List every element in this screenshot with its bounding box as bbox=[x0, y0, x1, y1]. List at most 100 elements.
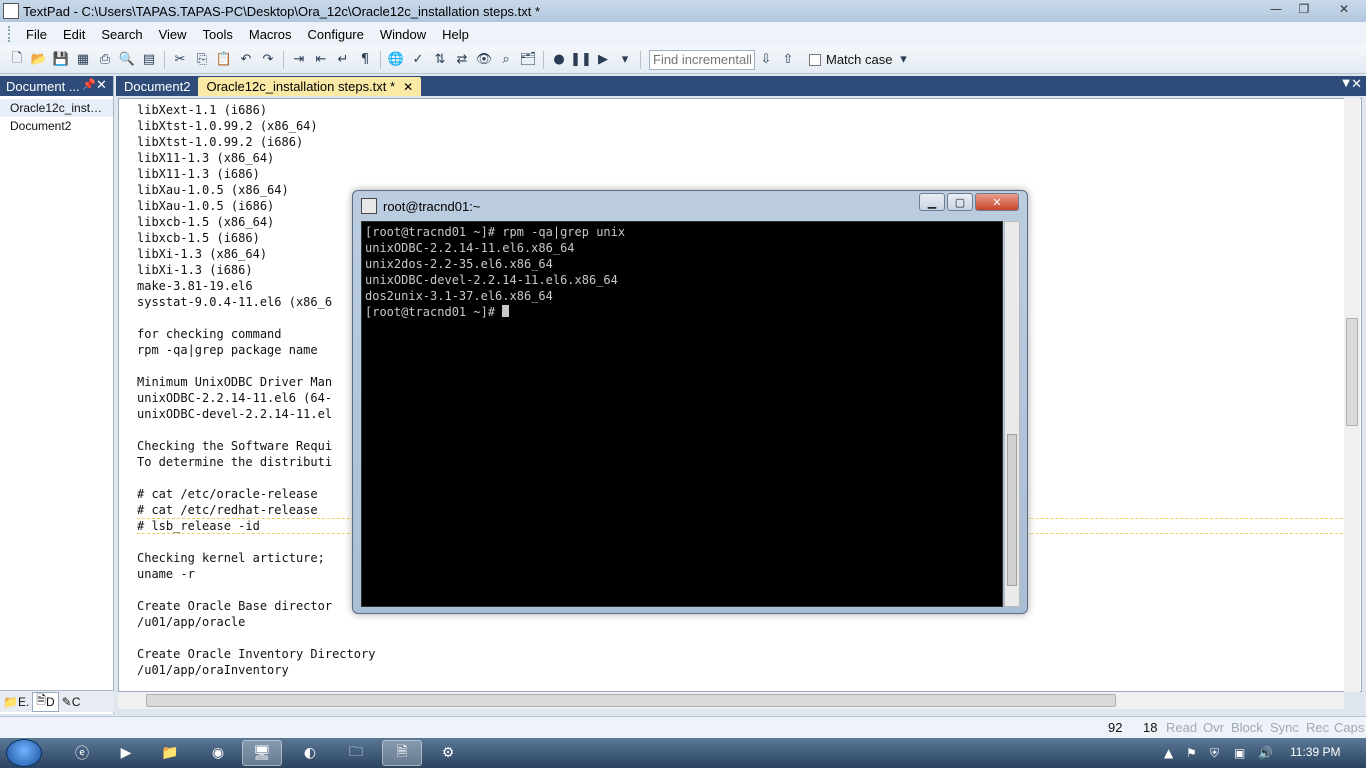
editor-line: /u01/app/oracle bbox=[137, 615, 246, 629]
outdent-icon[interactable]: ⇤ bbox=[311, 50, 331, 70]
terminal-close-button[interactable]: ✕ bbox=[975, 193, 1019, 211]
terminal-maximize-button[interactable]: ▢ bbox=[947, 193, 973, 211]
terminal-minimize-button[interactable]: ▁ bbox=[919, 193, 945, 211]
redo-icon[interactable]: ↷ bbox=[258, 50, 278, 70]
replace-icon[interactable]: ⇄ bbox=[452, 50, 472, 70]
menu-view[interactable]: View bbox=[151, 27, 195, 42]
editor-line: rpm -qa|grep package name bbox=[137, 343, 318, 357]
record-macro-icon[interactable]: ● bbox=[549, 50, 569, 70]
cut-icon[interactable]: ✂ bbox=[170, 50, 190, 70]
tab-oracle12c-installation[interactable]: Oracle12c_installation steps.txt * ✕ bbox=[198, 77, 422, 96]
close-document-icon[interactable]: ✕ bbox=[1351, 77, 1362, 92]
toolbar-separator bbox=[283, 50, 284, 69]
system-clock[interactable]: 11:39 PM bbox=[1290, 745, 1340, 759]
action-center-flag-icon[interactable]: ⚑ bbox=[1186, 746, 1197, 760]
close-panel-icon[interactable]: ✕ bbox=[96, 77, 107, 93]
horizontal-scroll-thumb[interactable] bbox=[146, 694, 1116, 707]
web-browser-icon[interactable]: 🌐 bbox=[386, 50, 406, 70]
editor-line: # lsb_release -id bbox=[137, 519, 260, 533]
toolbar-separator bbox=[543, 50, 544, 69]
indent-icon[interactable]: ⇥ bbox=[289, 50, 309, 70]
clip-library-icon[interactable]: 🗂 bbox=[518, 50, 538, 70]
minimize-button[interactable]: — bbox=[1262, 0, 1290, 18]
folder-taskbar-icon[interactable]: 🗀 bbox=[336, 740, 376, 766]
pause-macro-icon[interactable]: ❚❚ bbox=[570, 50, 592, 70]
find-in-files-icon[interactable]: ⌕ bbox=[496, 50, 516, 70]
sort-icon[interactable]: ⇅ bbox=[430, 50, 450, 70]
play-macro-icon[interactable]: ▶ bbox=[593, 50, 613, 70]
status-read: Read bbox=[1166, 720, 1198, 735]
firefox-icon[interactable]: ◐ bbox=[290, 740, 330, 766]
chrome-icon[interactable]: ◉ bbox=[198, 740, 238, 766]
document-icon: 🗎 bbox=[36, 693, 46, 707]
close-tab-icon[interactable]: ✕ bbox=[403, 80, 413, 94]
pin-icon[interactable]: 📌 bbox=[82, 78, 96, 91]
file-explorer-icon[interactable]: 📁 bbox=[150, 740, 190, 766]
folder-icon: 📁 bbox=[3, 694, 18, 709]
network-icon[interactable]: ▣ bbox=[1234, 746, 1245, 760]
menu-macros[interactable]: Macros bbox=[241, 27, 300, 42]
clip-library-tab[interactable]: ✎ C bbox=[59, 692, 84, 712]
menu-tools[interactable]: Tools bbox=[195, 27, 241, 42]
editor-line: make-3.81-19.el6 bbox=[137, 279, 253, 293]
menu-file[interactable]: File bbox=[18, 27, 55, 42]
internet-explorer-icon[interactable]: ⓔ bbox=[62, 740, 102, 766]
media-player-icon[interactable]: ▶ bbox=[106, 740, 146, 766]
toolbar-options-icon[interactable]: ▾ bbox=[615, 50, 635, 70]
editor-line: libXi-1.3 (x86_64) bbox=[137, 247, 268, 261]
print-preview-icon[interactable]: 🔍 bbox=[117, 50, 137, 70]
find-next-down-icon[interactable]: ⇩ bbox=[756, 50, 776, 70]
close-button[interactable]: ✕ bbox=[1326, 0, 1362, 18]
start-button[interactable] bbox=[6, 739, 42, 767]
tab-list-dropdown-icon[interactable]: ▼ bbox=[1342, 78, 1350, 89]
find-incrementally-input[interactable] bbox=[649, 49, 755, 70]
save-icon[interactable]: 💾 bbox=[51, 50, 71, 70]
maximize-button[interactable]: ❐ bbox=[1290, 0, 1318, 18]
documents-tab[interactable]: 🗎 D bbox=[32, 691, 59, 712]
manage-files-icon[interactable]: ▤ bbox=[139, 50, 159, 70]
vertical-scroll-thumb[interactable] bbox=[1346, 318, 1358, 426]
terminal-window[interactable]: root@tracnd01:~ ▁ ▢ ✕ [root@tracnd01 ~]#… bbox=[352, 190, 1028, 614]
show-paragraph-icon[interactable]: ¶ bbox=[355, 50, 375, 70]
paste-icon[interactable]: 📋 bbox=[214, 50, 234, 70]
volume-icon[interactable]: 🔊 bbox=[1258, 746, 1273, 760]
terminal-screen[interactable]: [root@tracnd01 ~]# rpm -qa|grep unix unix… bbox=[361, 221, 1003, 607]
save-all-icon[interactable]: ▦ bbox=[73, 50, 93, 70]
menu-configure[interactable]: Configure bbox=[300, 27, 372, 42]
open-folder-icon[interactable]: 📂 bbox=[29, 50, 49, 70]
match-case-checkbox[interactable] bbox=[809, 53, 821, 66]
horizontal-scrollbar[interactable] bbox=[118, 692, 1344, 709]
terminal-prompt: [root@tracnd01 ~]# bbox=[365, 304, 625, 320]
undo-icon[interactable]: ↶ bbox=[236, 50, 256, 70]
spelling-icon[interactable]: ✓ bbox=[408, 50, 428, 70]
print-icon[interactable]: ⎙ bbox=[95, 50, 115, 70]
remote-app-icon[interactable]: ⚙ bbox=[428, 740, 468, 766]
textpad-app-icon bbox=[3, 3, 19, 19]
tab-document2[interactable]: Document2 bbox=[116, 77, 198, 96]
security-icon[interactable]: ⛨ bbox=[1210, 746, 1219, 761]
new-file-icon[interactable]: 🗋 bbox=[7, 50, 27, 70]
explorer-tab[interactable]: 📁 E. bbox=[0, 692, 32, 712]
menu-edit[interactable]: Edit bbox=[55, 27, 93, 42]
putty-taskbar-icon[interactable]: 🖥 bbox=[242, 740, 282, 766]
status-block: Block bbox=[1231, 720, 1263, 735]
doclist-item-oracle12c[interactable]: Oracle12c_installa... bbox=[0, 99, 113, 117]
title-bar: TextPad - C:\Users\TAPAS.TAPAS-PC\Deskto… bbox=[0, 0, 1366, 22]
copy-icon[interactable]: ⎘ bbox=[192, 50, 212, 70]
menu-help[interactable]: Help bbox=[434, 27, 477, 42]
taskbar: ⓔ ▶ 📁 ◉ 🖥 ◐ 🗀 🗎 ⚙ ▲ ⚑ ⛨ ▣ 🔊 11:39 PM bbox=[0, 738, 1366, 768]
find-icon[interactable]: 👁 bbox=[474, 50, 494, 70]
terminal-scrollbar[interactable] bbox=[1004, 221, 1020, 607]
word-wrap-icon[interactable]: ↵ bbox=[333, 50, 353, 70]
find-toolbar-options-icon[interactable]: ▾ bbox=[893, 50, 913, 70]
find-previous-up-icon[interactable]: ⇧ bbox=[778, 50, 798, 70]
doclist-item-document2[interactable]: Document2 bbox=[0, 117, 113, 135]
terminal-scroll-thumb[interactable] bbox=[1007, 434, 1017, 586]
vertical-scrollbar[interactable] bbox=[1344, 98, 1360, 692]
menu-window[interactable]: Window bbox=[372, 27, 434, 42]
show-hidden-icons-icon[interactable]: ▲ bbox=[1164, 746, 1173, 760]
textpad-taskbar-icon[interactable]: 🗎 bbox=[382, 740, 422, 766]
editor-line: sysstat-9.0.4-11.el6 (x86_6 bbox=[137, 295, 333, 309]
menu-search[interactable]: Search bbox=[93, 27, 150, 42]
